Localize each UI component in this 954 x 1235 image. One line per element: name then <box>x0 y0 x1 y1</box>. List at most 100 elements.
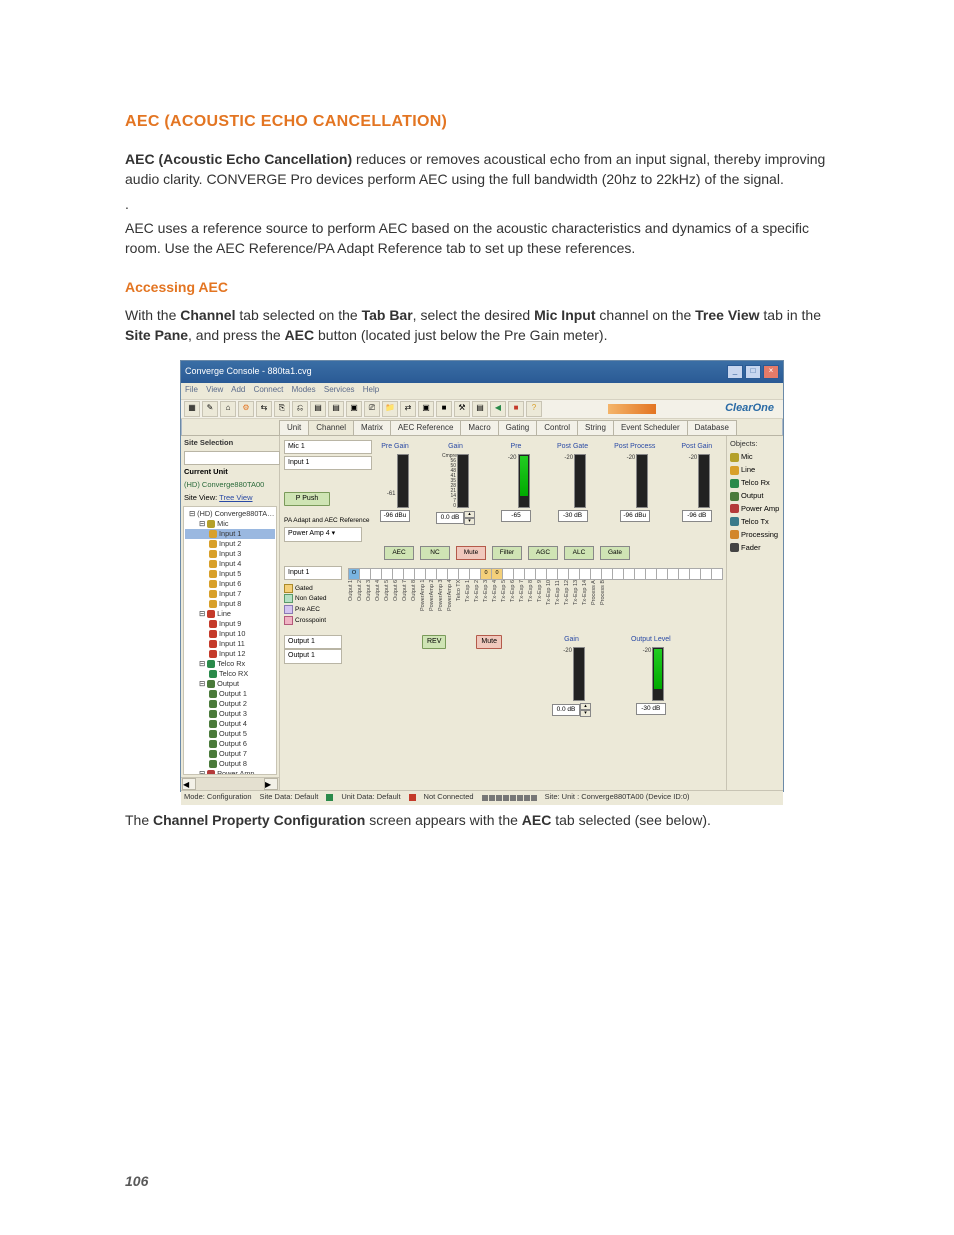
tab-aec-reference[interactable]: AEC Reference <box>390 420 462 435</box>
mute-button[interactable]: Mute <box>456 546 486 560</box>
menubar[interactable]: File View Add Connect Modes Services Hel… <box>181 383 783 399</box>
tab-channel[interactable]: Channel <box>308 420 354 435</box>
site-select[interactable] <box>184 451 280 465</box>
tree-item[interactable]: Input 4 <box>185 559 275 569</box>
tool-icon[interactable]: ✎ <box>202 401 218 417</box>
tree-item[interactable]: Input 7 <box>185 589 275 599</box>
tree-scrollbar[interactable]: ◀▶ <box>181 777 279 790</box>
agc-button[interactable]: AGC <box>528 546 558 560</box>
tool-icon[interactable]: ⎌ <box>292 401 308 417</box>
object-item[interactable]: Mic <box>730 451 780 464</box>
tree-item-input1[interactable]: Input 1 <box>185 529 275 539</box>
menu-view[interactable]: View <box>206 385 223 394</box>
object-item[interactable]: Telco Tx <box>730 516 780 529</box>
matrix-row[interactable]: O 00 <box>348 568 722 580</box>
object-item[interactable]: Processing <box>730 529 780 542</box>
tool-icon[interactable]: ▣ <box>418 401 434 417</box>
tree-view[interactable]: ⊟ (HD) Converge880TA… ⊟ Mic Input 1 Inpu… <box>183 506 277 775</box>
tree-item[interactable]: Output 7 <box>185 749 275 759</box>
tree-item[interactable]: Input 3 <box>185 549 275 559</box>
tool-icon[interactable]: 📁 <box>382 401 398 417</box>
minimize-button[interactable]: _ <box>727 365 743 379</box>
tool-icon[interactable]: ⎚ <box>364 401 380 417</box>
tool-icon[interactable]: ⚙ <box>238 401 254 417</box>
tree-group-telco-rx[interactable]: ⊟ Telco Rx <box>185 659 275 669</box>
output-name-box[interactable]: Output 1 <box>284 649 342 663</box>
tree-item[interactable]: Output 1 <box>185 689 275 699</box>
tree-item[interactable]: Input 6 <box>185 579 275 589</box>
tab-gating[interactable]: Gating <box>498 420 538 435</box>
pa-ref-select[interactable]: Power Amp 4 ▾ <box>284 527 362 541</box>
tree-item[interactable]: Output 3 <box>185 709 275 719</box>
tree-item[interactable]: Output 4 <box>185 719 275 729</box>
tab-matrix[interactable]: Matrix <box>353 420 391 435</box>
object-item[interactable]: Power Amp <box>730 503 780 516</box>
tree-item[interactable]: Output 6 <box>185 739 275 749</box>
tool-icon[interactable]: ⇆ <box>256 401 272 417</box>
tool-icon[interactable]: ⇄ <box>400 401 416 417</box>
channel-label[interactable]: Mic 1 <box>284 440 372 454</box>
object-item[interactable]: Output <box>730 490 780 503</box>
menu-help[interactable]: Help <box>363 385 379 394</box>
tree-item[interactable]: Input 5 <box>185 569 275 579</box>
tool-icon[interactable]: ▣ <box>346 401 362 417</box>
tool-icon[interactable]: ⚒ <box>454 401 470 417</box>
aec-button[interactable]: AEC <box>384 546 414 560</box>
tree-group-power-amp[interactable]: ⊟ Power Amp <box>185 769 275 775</box>
ppush-button[interactable]: P Push <box>284 492 330 506</box>
output-gain-spinner[interactable]: 0.0 dB▴▾ <box>552 703 591 717</box>
tree-item[interactable]: Input 8 <box>185 599 275 609</box>
object-item[interactable]: Line <box>730 464 780 477</box>
gate-button[interactable]: Gate <box>600 546 630 560</box>
tool-icon[interactable]: ▤ <box>328 401 344 417</box>
alc-button[interactable]: ALC <box>564 546 594 560</box>
tree-view-link[interactable]: Tree View <box>219 493 252 502</box>
menu-file[interactable]: File <box>185 385 198 394</box>
tree-item[interactable]: Input 11 <box>185 639 275 649</box>
tool-icon[interactable]: ■ <box>508 401 524 417</box>
object-item[interactable]: Fader <box>730 542 780 555</box>
filter-button[interactable]: Filter <box>492 546 522 560</box>
tree-item[interactable]: Input 10 <box>185 629 275 639</box>
gain-spinner[interactable]: 0.0 dB▴▾ <box>436 511 475 525</box>
tool-icon[interactable]: ■ <box>436 401 452 417</box>
menu-modes[interactable]: Modes <box>292 385 316 394</box>
tree-item[interactable]: Input 12 <box>185 649 275 659</box>
rev-button[interactable]: REV <box>422 635 446 649</box>
tab-unit[interactable]: Unit <box>279 420 309 435</box>
tool-icon[interactable]: ⌂ <box>220 401 236 417</box>
tree-group-output[interactable]: ⊟ Output <box>185 679 275 689</box>
tool-icon[interactable]: ⎘ <box>274 401 290 417</box>
tree-item[interactable]: Telco RX <box>185 669 275 679</box>
menu-services[interactable]: Services <box>324 385 355 394</box>
tool-icon[interactable]: ▦ <box>184 401 200 417</box>
output-mute-button[interactable]: Mute <box>476 635 502 649</box>
gain-slider[interactable] <box>457 454 469 508</box>
tree-item[interactable]: Input 9 <box>185 619 275 629</box>
window-titlebar[interactable]: Converge Console - 880ta1.cvg _ □ × <box>181 361 783 383</box>
tool-icon[interactable]: ▤ <box>310 401 326 417</box>
tab-string[interactable]: String <box>577 420 614 435</box>
tree-group-mic[interactable]: ⊟ Mic <box>185 519 275 529</box>
tool-icon[interactable]: ◀ <box>490 401 506 417</box>
tool-icon[interactable]: ▤ <box>472 401 488 417</box>
object-item[interactable]: Telco Rx <box>730 477 780 490</box>
tab-event-scheduler[interactable]: Event Scheduler <box>613 420 688 435</box>
tab-database[interactable]: Database <box>687 420 737 435</box>
tree-group-line[interactable]: ⊟ Line <box>185 609 275 619</box>
tree-item[interactable]: Output 2 <box>185 699 275 709</box>
input-label[interactable]: Input 1 <box>284 456 372 470</box>
output-label-box[interactable]: Output 1 <box>284 635 342 649</box>
close-button[interactable]: × <box>763 365 779 379</box>
menu-add[interactable]: Add <box>231 385 245 394</box>
tab-macro[interactable]: Macro <box>460 420 498 435</box>
output-gain-slider[interactable] <box>573 647 585 701</box>
nc-button[interactable]: NC <box>420 546 450 560</box>
toolbar[interactable]: ▦ ✎ ⌂ ⚙ ⇆ ⎘ ⎌ ▤ ▤ ▣ ⎚ 📁 ⇄ ▣ ■ ⚒ ▤ ◀ ■ ? … <box>181 399 783 419</box>
tab-control[interactable]: Control <box>536 420 578 435</box>
tree-item[interactable]: Output 8 <box>185 759 275 769</box>
tree-item[interactable]: Input 2 <box>185 539 275 549</box>
tree-root[interactable]: ⊟ (HD) Converge880TA… <box>185 509 275 519</box>
tool-icon[interactable]: ? <box>526 401 542 417</box>
tree-item[interactable]: Output 5 <box>185 729 275 739</box>
